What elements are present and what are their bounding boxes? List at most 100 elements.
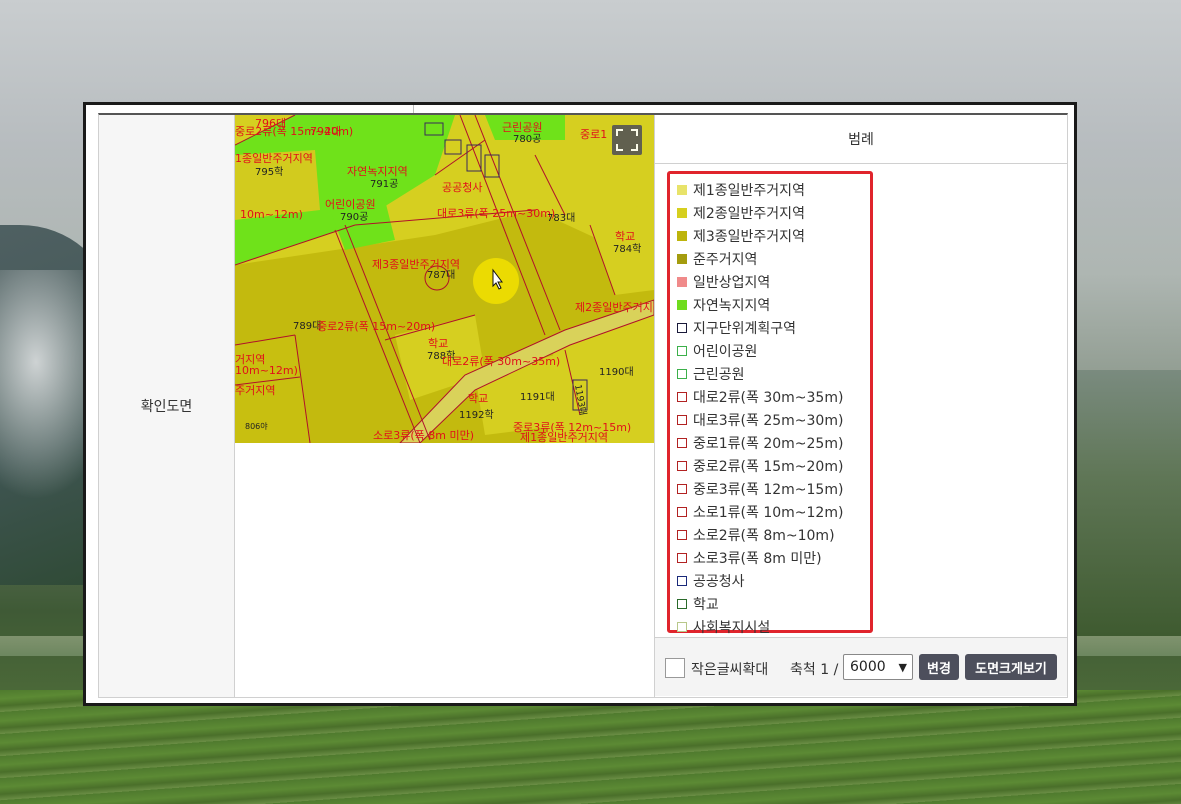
- legend-item-label: 제1종일반주거지역: [693, 182, 805, 199]
- divider: [413, 105, 414, 113]
- legend-swatch-icon: [677, 460, 687, 471]
- legend-item-label: 근린공원: [693, 366, 745, 383]
- map-label: 780공: [513, 133, 541, 145]
- legend-item: 중로2류(폭 15m~20m): [670, 454, 870, 477]
- legend-item-label: 준주거지역: [693, 251, 758, 268]
- legend-swatch-icon: [677, 414, 687, 425]
- map-label: 제3종일반주거지역: [372, 257, 460, 271]
- map-cell: 796대 794대 중로2류(폭 15m~20m) 1종일반주거지역 795학 …: [235, 115, 655, 697]
- legend-list: 제1종일반주거지역제2종일반주거지역제3종일반주거지역준주거지역일반상업지역자연…: [667, 171, 873, 636]
- legend-item-label: 소로3류(폭 8m 미만): [693, 550, 822, 567]
- map-label: 10m~12m): [235, 364, 298, 377]
- map-label: 제2종일반주거지역: [575, 300, 654, 314]
- scale-value: 6000: [850, 659, 886, 675]
- legend-item-label: 중로1류(폭 20m~25m): [693, 435, 844, 452]
- legend-item: 중로1류(폭 20m~25m): [670, 431, 870, 454]
- map-label: 1192학: [459, 409, 494, 421]
- legend-swatch-icon: [677, 345, 687, 356]
- legend-item: 소로3류(폭 8m 미만): [670, 546, 870, 569]
- map-label: 제1종일반주거지역: [520, 430, 608, 443]
- background-hill-right: [1061, 370, 1181, 640]
- map-label: 784학: [613, 243, 641, 255]
- legend-item-label: 제3종일반주거지역: [693, 228, 805, 245]
- legend-controls: 작은글씨확대 축척 1 / 6000 ▼ 변경 도면크게보기: [655, 637, 1067, 696]
- map-label: 795학: [255, 166, 283, 178]
- map-label: 791공: [370, 178, 398, 190]
- map-label: 대로3류(폭 25m~30m): [437, 207, 555, 220]
- legend-item: 제1종일반주거지역: [670, 178, 870, 201]
- legend-item-label: 자연녹지지역: [693, 297, 771, 314]
- map-label: 806야: [245, 421, 268, 431]
- map-label: 대로2류(폭 30m~35m): [442, 355, 560, 368]
- map-label: 중로1: [580, 128, 607, 141]
- legend-swatch-icon: [677, 506, 687, 517]
- cadastral-map[interactable]: 796대 794대 중로2류(폭 15m~20m) 1종일반주거지역 795학 …: [235, 115, 654, 443]
- legend-item: 근린공원: [670, 362, 870, 385]
- map-label: 주거지역: [235, 384, 275, 397]
- legend-swatch-icon: [677, 299, 687, 310]
- legend-item: 대로2류(폭 30m~35m): [670, 385, 870, 408]
- legend-swatch-icon: [677, 207, 687, 218]
- legend-swatch-icon: [677, 368, 687, 379]
- legend-item-label: 대로3류(폭 25m~30m): [693, 412, 844, 429]
- legend-item-label: 대로2류(폭 30m~35m): [693, 389, 844, 406]
- legend-swatch-icon: [677, 598, 687, 609]
- legend-item: 어린이공원: [670, 339, 870, 362]
- map-label: 783대: [547, 212, 575, 224]
- legend-item-label: 제2종일반주거지역: [693, 205, 805, 222]
- legend-item-label: 사회복지시설: [693, 619, 771, 636]
- legend-item: 소로1류(폭 10m~12m): [670, 500, 870, 523]
- legend-item: 자연녹지지역: [670, 293, 870, 316]
- scale-select[interactable]: 6000 ▼: [843, 654, 913, 680]
- map-table: 확인도면 796대 794대 중로2류(폭 15m~20m) 1종일반주거지역 …: [98, 105, 1068, 698]
- view-large-map-button[interactable]: 도면크게보기: [965, 654, 1057, 680]
- legend-swatch-icon: [677, 230, 687, 241]
- legend-item-label: 소로2류(폭 8m~10m): [693, 527, 835, 544]
- legend-item: 소로2류(폭 8m~10m): [670, 523, 870, 546]
- legend-swatch-icon: [677, 276, 687, 287]
- enlarge-text-checkbox[interactable]: [665, 658, 685, 678]
- map-label: 1191대: [520, 391, 555, 403]
- legend-swatch-icon: [677, 322, 687, 333]
- legend-item-label: 중로3류(폭 12m~15m): [693, 481, 844, 498]
- fullscreen-icon: [616, 129, 638, 151]
- legend-swatch-icon: [677, 391, 687, 402]
- background-rice-field: [0, 690, 1181, 804]
- map-label: 어린이공원: [325, 198, 376, 211]
- map-window: 확인도면 796대 794대 중로2류(폭 15m~20m) 1종일반주거지역 …: [83, 102, 1077, 706]
- legend-title: 범례: [848, 132, 874, 148]
- legend-swatch-icon: [677, 184, 687, 195]
- map-label: 중로2류(폭 15m~20m): [317, 320, 435, 333]
- row-label: 확인도면: [140, 399, 193, 415]
- legend-item-label: 공공청사: [693, 573, 745, 590]
- legend-swatch-icon: [677, 253, 687, 264]
- legend-item: 일반상업지역: [670, 270, 870, 293]
- legend-item-label: 중로2류(폭 15m~20m): [693, 458, 844, 475]
- legend-swatch-icon: [677, 621, 687, 632]
- map-label: 학교: [428, 337, 448, 350]
- legend-cell: 범례 제1종일반주거지역제2종일반주거지역제3종일반주거지역준주거지역일반상업지…: [655, 115, 1067, 697]
- legend-item: 학교: [670, 592, 870, 615]
- map-label: 1종일반주거지역: [235, 151, 313, 165]
- chevron-down-icon: ▼: [898, 661, 907, 674]
- map-label: 학교: [468, 392, 488, 405]
- enlarge-text-label: 작은글씨확대: [691, 662, 769, 678]
- legend-item: 제2종일반주거지역: [670, 201, 870, 224]
- legend-item-label: 어린이공원: [693, 343, 758, 360]
- legend-swatch-icon: [677, 437, 687, 448]
- legend-item: 공공청사: [670, 569, 870, 592]
- legend-item: 사회복지시설: [670, 615, 870, 638]
- map-label: 근린공원: [502, 121, 542, 134]
- fullscreen-button[interactable]: [612, 125, 642, 155]
- legend-item: 제3종일반주거지역: [670, 224, 870, 247]
- legend-item: 준주거지역: [670, 247, 870, 270]
- legend-item: 대로3류(폭 25m~30m): [670, 408, 870, 431]
- legend-item: 중로3류(폭 12m~15m): [670, 477, 870, 500]
- map-viewer[interactable]: 796대 794대 중로2류(폭 15m~20m) 1종일반주거지역 795학 …: [235, 115, 654, 443]
- map-label: 790공: [340, 211, 368, 223]
- legend-swatch-icon: [677, 529, 687, 540]
- map-label: 중로2류(폭 15m~20m): [235, 125, 353, 138]
- legend-item-label: 소로1류(폭 10m~12m): [693, 504, 844, 521]
- change-scale-button[interactable]: 변경: [919, 654, 959, 680]
- map-label: 소로3류(폭 8m 미만): [373, 429, 474, 442]
